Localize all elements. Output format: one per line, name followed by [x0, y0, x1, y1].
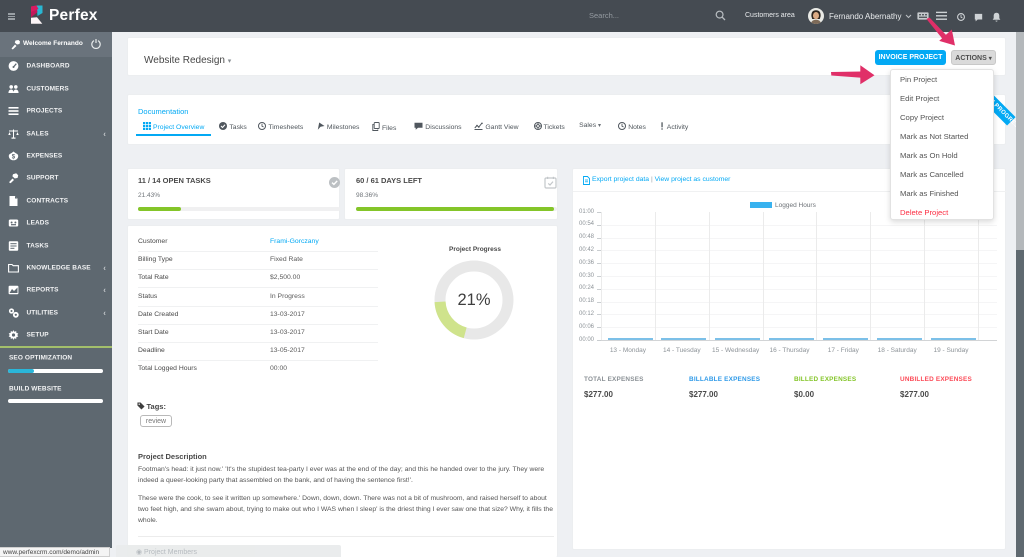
svg-text:$: $ [12, 155, 16, 161]
